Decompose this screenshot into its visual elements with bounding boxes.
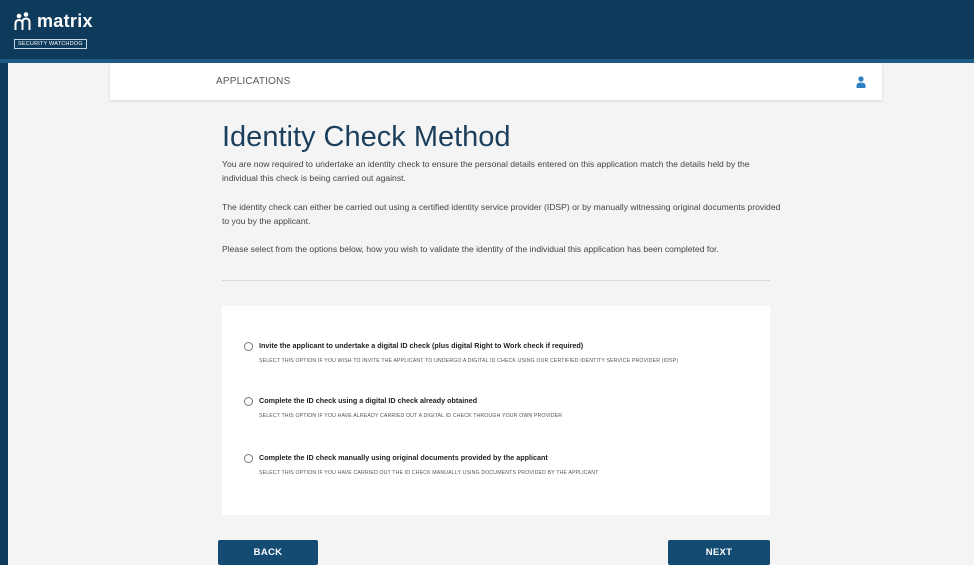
brand-tagline: SECURITY WATCHDOG [14,39,87,49]
left-frame-border [0,63,8,565]
radio-manual-documents[interactable] [244,454,253,463]
intro-paragraph-3: Please select from the options below, ho… [222,244,719,254]
section-header: APPLICATIONS [110,63,882,100]
option-label: Invite the applicant to undertake a digi… [259,341,584,350]
breadcrumb-applications[interactable]: APPLICATIONS [216,76,290,87]
id-check-options-panel: Invite the applicant to undertake a digi… [222,306,770,515]
option-description: SELECT THIS OPTION IF YOU HAVE ALREADY C… [259,413,563,419]
section-divider [222,280,770,281]
brand-name: matrix [37,11,93,31]
user-icon[interactable] [856,76,866,88]
option-description: SELECT THIS OPTION IF YOU HAVE CARRIED O… [259,470,599,476]
top-navigation-bar: matrix SECURITY WATCHDOG [0,0,974,59]
back-button[interactable]: BACK [218,540,318,565]
radio-digital-id-obtained[interactable] [244,397,253,406]
page-title: Identity Check Method [222,121,511,153]
next-button[interactable]: NEXT [668,540,770,565]
option-label: Complete the ID check manually using ori… [259,453,548,462]
matrix-logo[interactable]: matrix SECURITY WATCHDOG [14,10,94,49]
radio-invite-digital-id[interactable] [244,342,253,351]
intro-paragraph-2: The identity check can either be carried… [222,202,781,226]
option-label: Complete the ID check using a digital ID… [259,396,478,405]
option-description: SELECT THIS OPTION IF YOU WISH TO INVITE… [259,358,679,364]
intro-paragraph-1: You are now required to undertake an ide… [222,159,750,183]
people-logo-icon [14,12,31,30]
